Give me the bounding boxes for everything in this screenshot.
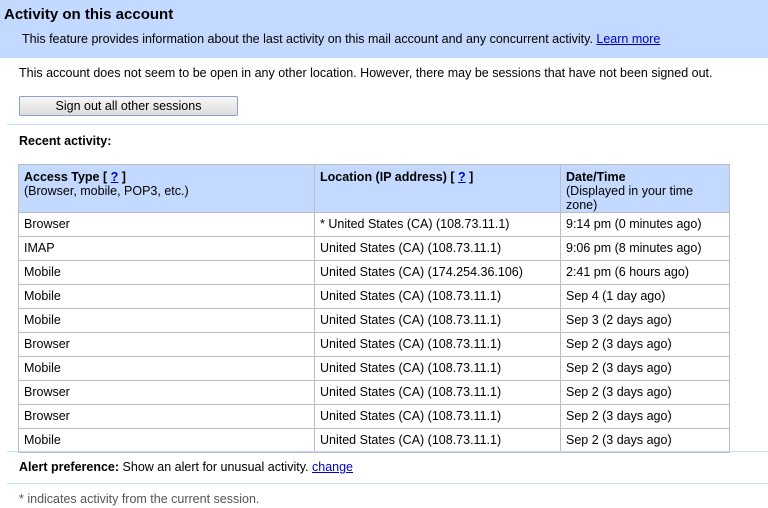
- access-type-cell: Mobile: [18, 260, 315, 285]
- location-cell: United States (CA) (108.73.11.1): [314, 380, 561, 405]
- access-type-cell: Browser: [18, 380, 315, 405]
- access-type-cell: Browser: [18, 332, 315, 357]
- activity-rows: Browser * United States (CA) (108.73.11.1…: [18, 212, 730, 453]
- datetime-cell: Sep 2 (3 days ago): [560, 356, 730, 381]
- column-title: Location (IP address): [320, 170, 447, 184]
- sign-out-other-sessions-button[interactable]: Sign out all other sessions: [19, 96, 238, 116]
- column-title: Date/Time: [566, 170, 626, 184]
- table-row: Mobile United States (CA) (108.73.11.1) Se…: [18, 356, 730, 381]
- column-header-location: Location (IP address) [ ? ]: [314, 164, 561, 213]
- alert-preference-label: Alert preference:: [19, 460, 120, 474]
- divider: [7, 451, 768, 452]
- location-cell: * United States (CA) (108.73.11.1): [314, 212, 561, 237]
- table-row: Mobile United States (CA) (108.73.11.1) Se…: [18, 428, 730, 453]
- table-row: Browser United States (CA) (108.73.11.1) S…: [18, 404, 730, 429]
- divider: [7, 124, 768, 125]
- table-header-row: Access Type [ ? ] (Browser, mobile, POP3…: [18, 164, 730, 213]
- access-type-cell: Browser: [18, 212, 315, 237]
- datetime-cell: Sep 2 (3 days ago): [560, 380, 730, 405]
- recent-activity-label: Recent activity:: [19, 134, 112, 148]
- location-cell: United States (CA) (108.73.11.1): [314, 236, 561, 261]
- learn-more-link[interactable]: Learn more: [596, 32, 660, 46]
- location-cell: United States (CA) (108.73.11.1): [314, 308, 561, 333]
- access-type-cell: Mobile: [18, 308, 315, 333]
- table-row: Browser * United States (CA) (108.73.11.1…: [18, 212, 730, 237]
- session-notice: This account does not seem to be open in…: [19, 66, 713, 80]
- datetime-cell: Sep 2 (3 days ago): [560, 404, 730, 429]
- feature-description: This feature provides information about …: [22, 32, 660, 46]
- location-help-link[interactable]: ?: [458, 170, 466, 184]
- location-cell: United States (CA) (108.73.11.1): [314, 428, 561, 453]
- access-type-cell: Mobile: [18, 428, 315, 453]
- location-cell: United States (CA) (108.73.11.1): [314, 284, 561, 309]
- location-cell: United States (CA) (174.254.36.106): [314, 260, 561, 285]
- activity-table: Access Type [ ? ] (Browser, mobile, POP3…: [18, 164, 730, 453]
- table-row: Mobile United States (CA) (174.254.36.106…: [18, 260, 730, 285]
- column-header-datetime: Date/Time (Displayed in your time zone): [560, 164, 730, 213]
- datetime-cell: Sep 2 (3 days ago): [560, 428, 730, 453]
- datetime-cell: Sep 4 (1 day ago): [560, 284, 730, 309]
- datetime-cell: 2:41 pm (6 hours ago): [560, 260, 730, 285]
- footnote: * indicates activity from the current se…: [19, 492, 260, 506]
- table-row: IMAP United States (CA) (108.73.11.1) 9:06…: [18, 236, 730, 261]
- location-cell: United States (CA) (108.73.11.1): [314, 332, 561, 357]
- column-header-access-type: Access Type [ ? ] (Browser, mobile, POP3…: [18, 164, 315, 213]
- page-header: Activity on this account This feature pr…: [0, 0, 768, 58]
- access-type-cell: Mobile: [18, 284, 315, 309]
- datetime-cell: Sep 3 (2 days ago): [560, 308, 730, 333]
- column-subtitle: (Displayed in your time zone): [566, 184, 694, 212]
- alert-preference-text: Show an alert for unusual activity.: [122, 460, 309, 474]
- access-type-cell: IMAP: [18, 236, 315, 261]
- table-row: Browser United States (CA) (108.73.11.1) S…: [18, 380, 730, 405]
- table-row: Mobile United States (CA) (108.73.11.1) Se…: [18, 308, 730, 333]
- location-cell: United States (CA) (108.73.11.1): [314, 404, 561, 429]
- datetime-cell: Sep 2 (3 days ago): [560, 332, 730, 357]
- table-row: Mobile United States (CA) (108.73.11.1) Se…: [18, 284, 730, 309]
- change-alert-link[interactable]: change: [312, 460, 353, 474]
- description-text: This feature provides information about …: [22, 32, 593, 46]
- alert-preference: Alert preference: Show an alert for unus…: [19, 460, 353, 474]
- column-subtitle: (Browser, mobile, POP3, etc.): [24, 184, 189, 198]
- table-row: Browser United States (CA) (108.73.11.1) S…: [18, 332, 730, 357]
- datetime-cell: 9:14 pm (0 minutes ago): [560, 212, 730, 237]
- location-cell: United States (CA) (108.73.11.1): [314, 356, 561, 381]
- access-type-cell: Mobile: [18, 356, 315, 381]
- page-title: Activity on this account: [4, 6, 174, 23]
- access-type-cell: Browser: [18, 404, 315, 429]
- divider: [7, 483, 768, 484]
- column-title: Access Type: [24, 170, 100, 184]
- datetime-cell: 9:06 pm (8 minutes ago): [560, 236, 730, 261]
